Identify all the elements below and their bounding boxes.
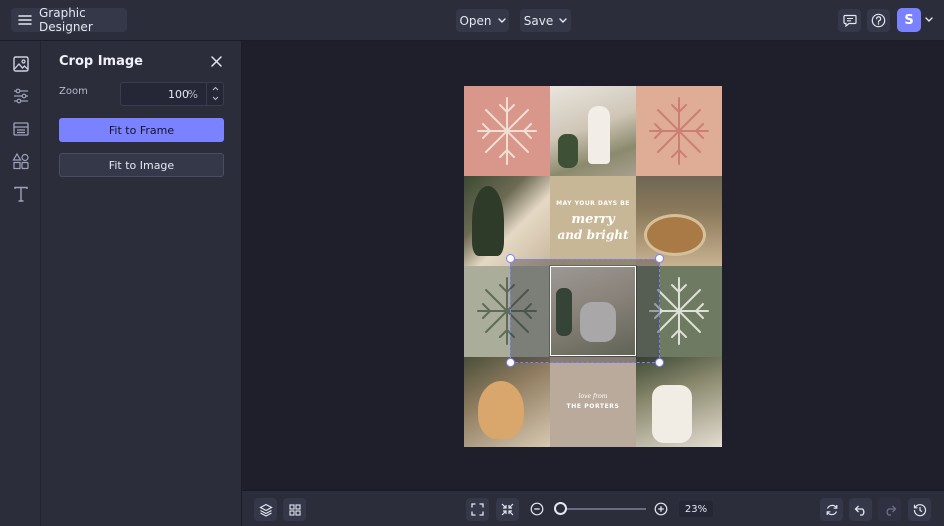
expand-icon [471,503,484,516]
chevron-down-icon [497,17,506,24]
zoom-out-icon[interactable] [530,502,544,516]
zoom-percent-field[interactable]: 23% [679,501,713,517]
zoom-label: Zoom [59,86,88,97]
design-page[interactable]: MAY YOUR DAYS BE merry and bright love f… [464,86,722,447]
layers-icon [258,503,273,517]
avatar[interactable]: S [897,8,921,32]
refresh-icon [825,503,839,517]
snowflake-icon [477,97,537,165]
save-button[interactable]: Save [520,9,571,32]
history-button[interactable] [908,498,931,521]
zoom-slider[interactable] [554,508,646,510]
zoom-unit: % [187,88,198,101]
zoom-in-icon[interactable] [654,502,668,516]
image-icon[interactable] [11,54,31,74]
grid-icon [288,503,301,516]
merry-text: merry [571,212,615,227]
snowflake-icon [649,97,709,165]
crop-handle-top-left[interactable] [506,254,515,263]
hamburger-icon [18,14,32,26]
crop-handle-top-right[interactable] [655,254,664,263]
zoom-input[interactable]: 100 % [120,82,224,106]
undo-icon [854,504,868,516]
close-icon[interactable] [211,56,222,67]
snowflake-tile[interactable] [464,86,550,176]
chevron-up-icon[interactable] [212,86,219,91]
and-bright-text: and bright [557,228,629,242]
fit-to-frame-label: Fit to Frame [108,123,175,137]
tree-photo-tile[interactable] [464,176,550,266]
crop-frame[interactable] [550,266,636,356]
love-from-text: love from [578,393,608,400]
tool-rail [0,41,41,526]
crop-image-panel: Crop Image Zoom 100 % Fit to Frame Fit t… [41,41,242,526]
fit-to-frame-button[interactable]: Fit to Frame [59,118,224,142]
help-icon [871,13,886,28]
redo-button[interactable] [878,498,901,521]
dog-photo-tile[interactable] [464,357,550,447]
crop-handle-bottom-right[interactable] [655,358,664,367]
couple-photo-tile[interactable] [636,357,722,447]
zoom-value: 100 [168,88,189,101]
help-button[interactable] [867,9,890,32]
menu-button[interactable]: Graphic Designer [11,6,127,34]
the-porters-text: THE PORTERS [566,403,620,410]
canvas-area: MAY YOUR DAYS BE merry and bright love f… [242,41,944,490]
merry-text-tile[interactable]: MAY YOUR DAYS BE merry and bright [550,176,636,266]
open-button[interactable]: Open [456,9,509,32]
open-label: Open [459,13,492,28]
top-bar: Graphic Designer Open Save S [0,0,944,41]
chevron-down-icon[interactable] [925,17,933,23]
shrink-button[interactable] [496,498,519,521]
comments-button[interactable] [838,9,861,32]
family-photo-tile[interactable] [550,86,636,176]
redo-icon [883,504,897,516]
avatar-letter: S [904,12,914,28]
panel-title: Crop Image [59,54,143,69]
history-icon [913,503,927,517]
fit-to-image-label: Fit to Image [108,158,175,172]
collapse-icon [501,503,514,516]
layers-button[interactable] [254,498,277,521]
comment-icon [842,14,857,27]
chevron-down-icon [559,17,567,24]
save-label: Save [523,13,554,28]
zoom-percent: 23% [684,503,708,515]
fit-to-image-button[interactable]: Fit to Image [59,153,224,177]
zoom-stepper[interactable] [206,83,223,105]
zoom-slider-thumb[interactable] [554,502,567,515]
crop-handle-bottom-left[interactable] [506,358,515,367]
bottom-bar: 23% [242,490,944,526]
app-title: Graphic Designer [39,6,93,34]
chevron-down-icon[interactable] [212,96,219,101]
undo-button[interactable] [849,498,872,521]
shapes-icon[interactable] [11,151,31,171]
snowflake-tile[interactable] [636,86,722,176]
layout-icon[interactable] [11,119,31,139]
adjustments-icon[interactable] [11,86,31,106]
fit-screen-button[interactable] [466,498,489,521]
cookies-photo-tile[interactable] [636,176,722,266]
replace-button[interactable] [820,498,843,521]
love-from-tile[interactable]: love from THE PORTERS [550,357,636,447]
text-icon[interactable] [11,184,31,204]
grid-button[interactable] [283,498,306,521]
arc-text: MAY YOUR DAYS BE [556,200,630,207]
